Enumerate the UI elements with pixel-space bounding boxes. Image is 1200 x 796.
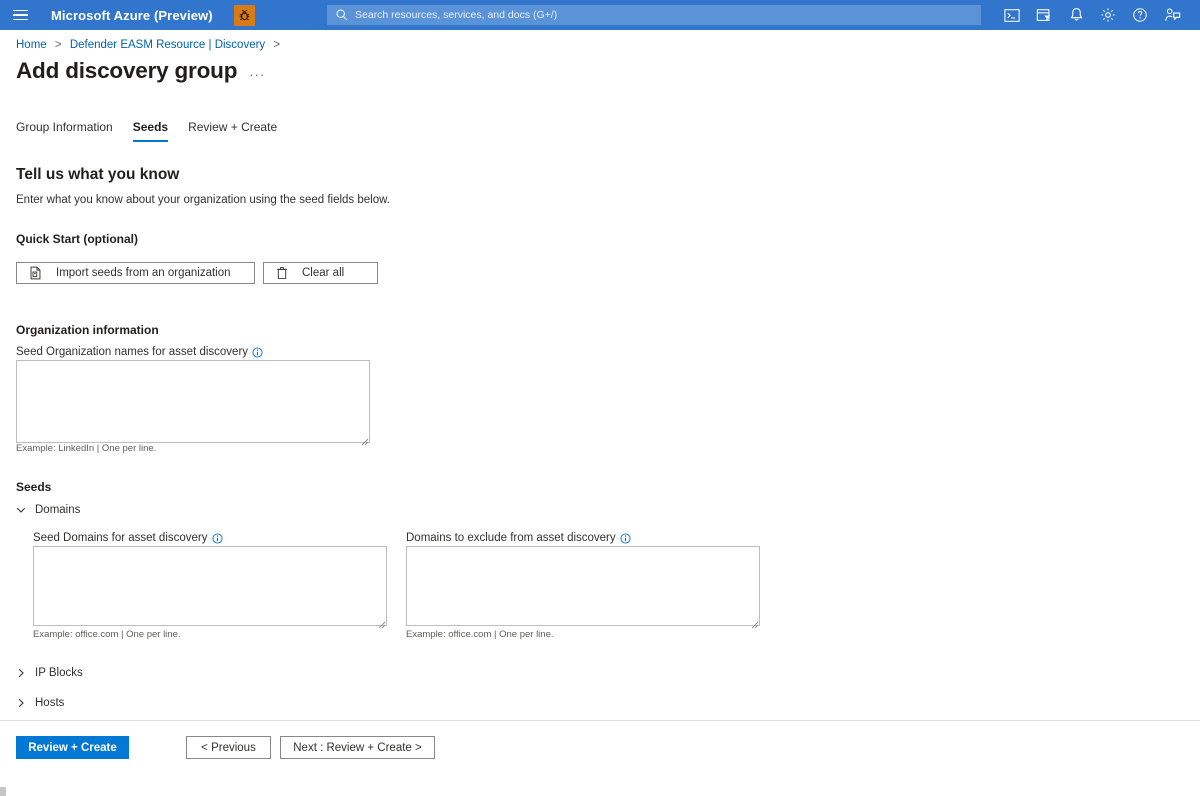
info-icon[interactable] <box>620 532 631 544</box>
quick-start-heading: Quick Start (optional) <box>16 232 139 246</box>
cloud-shell-icon[interactable] <box>996 0 1028 30</box>
clear-all-button-label: Clear all <box>302 267 345 279</box>
azure-top-bar: Microsoft Azure (Preview) Search resourc… <box>0 0 1200 30</box>
azure-brand-title[interactable]: Microsoft Azure (Preview) <box>51 8 213 23</box>
seed-domains-hint: Example: office.com | One per line. <box>33 629 181 640</box>
tab-review-create[interactable]: Review + Create <box>178 120 287 142</box>
top-bar-icon-group <box>996 0 1200 30</box>
seed-domains-textarea[interactable] <box>33 546 387 626</box>
page-title-row: Add discovery group ··· <box>16 58 265 84</box>
wizard-tabs: Group Information Seeds Review + Create <box>16 120 287 142</box>
seed-organization-label-row: Seed Organization names for asset discov… <box>16 346 263 358</box>
global-search-input[interactable]: Search resources, services, and docs (G+… <box>327 5 981 25</box>
page-scrollbar[interactable] <box>0 787 6 796</box>
accordion-ip-blocks[interactable]: IP Blocks <box>16 667 83 679</box>
trash-icon <box>276 266 288 280</box>
info-icon[interactable] <box>211 532 223 544</box>
page-title: Add discovery group <box>16 58 238 83</box>
seed-organization-label: Seed Organization names for asset discov… <box>16 346 249 358</box>
exclude-domains-textarea[interactable] <box>406 546 760 626</box>
next-review-create-button[interactable]: Next : Review + Create > <box>280 736 435 759</box>
section-heading-tell-us: Tell us what you know <box>16 166 180 183</box>
seed-domains-label: Seed Domains for asset discovery <box>33 532 208 544</box>
seed-domains-label-row: Seed Domains for asset discovery <box>33 532 223 544</box>
info-icon[interactable] <box>252 346 263 358</box>
search-icon <box>335 8 349 22</box>
accordion-hosts[interactable]: Hosts <box>16 697 64 709</box>
page-body: Home > Defender EASM Resource | Discover… <box>0 30 1200 796</box>
import-seeds-button-label: Import seeds from an organization <box>56 267 231 279</box>
accordion-ip-blocks-label: IP Blocks <box>35 667 83 679</box>
organization-information-heading: Organization information <box>16 323 159 337</box>
review-create-button[interactable]: Review + Create <box>16 736 129 759</box>
seed-organization-textarea[interactable] <box>16 360 370 443</box>
global-search-placeholder: Search resources, services, and docs (G+… <box>355 9 558 21</box>
seeds-heading: Seeds <box>16 480 52 494</box>
tab-group-information[interactable]: Group Information <box>16 120 123 142</box>
chevron-right-icon <box>16 698 26 708</box>
seed-organization-hint: Example: LinkedIn | One per line. <box>16 443 157 454</box>
clear-all-button[interactable]: Clear all <box>263 262 378 284</box>
help-question-icon[interactable] <box>1124 0 1156 30</box>
exclude-domains-label-row: Domains to exclude from asset discovery <box>406 532 631 544</box>
feedback-icon[interactable] <box>1156 0 1188 30</box>
import-document-icon <box>29 266 42 280</box>
section-subtitle: Enter what you know about your organizat… <box>16 194 390 206</box>
accordion-domains[interactable]: Domains <box>16 504 80 516</box>
accordion-hosts-label: Hosts <box>35 697 65 709</box>
wizard-footer: Review + Create < Previous Next : Review… <box>0 721 1200 766</box>
settings-gear-icon[interactable] <box>1092 0 1124 30</box>
breadcrumb-separator-trailing: > <box>273 39 281 51</box>
breadcrumb-item-resource[interactable]: Defender EASM Resource | Discovery <box>70 39 265 51</box>
breadcrumb-separator: > <box>54 39 62 51</box>
tab-seeds[interactable]: Seeds <box>123 120 178 142</box>
chevron-right-icon <box>16 668 26 678</box>
notifications-bell-icon[interactable] <box>1060 0 1092 30</box>
more-actions-button[interactable]: ··· <box>249 67 265 82</box>
exclude-domains-label: Domains to exclude from asset discovery <box>406 532 616 544</box>
chevron-down-icon <box>16 505 26 515</box>
import-seeds-button[interactable]: Import seeds from an organization <box>16 262 255 284</box>
hamburger-menu-icon[interactable] <box>0 0 40 30</box>
exclude-domains-hint: Example: office.com | One per line. <box>406 629 554 640</box>
quick-start-button-row: Import seeds from an organization Clear … <box>16 262 378 284</box>
breadcrumb: Home > Defender EASM Resource | Discover… <box>16 39 285 51</box>
bug-icon[interactable] <box>233 4 255 26</box>
breadcrumb-item-home[interactable]: Home <box>16 39 47 51</box>
accordion-domains-label: Domains <box>35 504 81 516</box>
directory-filter-icon[interactable] <box>1028 0 1060 30</box>
previous-button[interactable]: < Previous <box>186 736 271 759</box>
